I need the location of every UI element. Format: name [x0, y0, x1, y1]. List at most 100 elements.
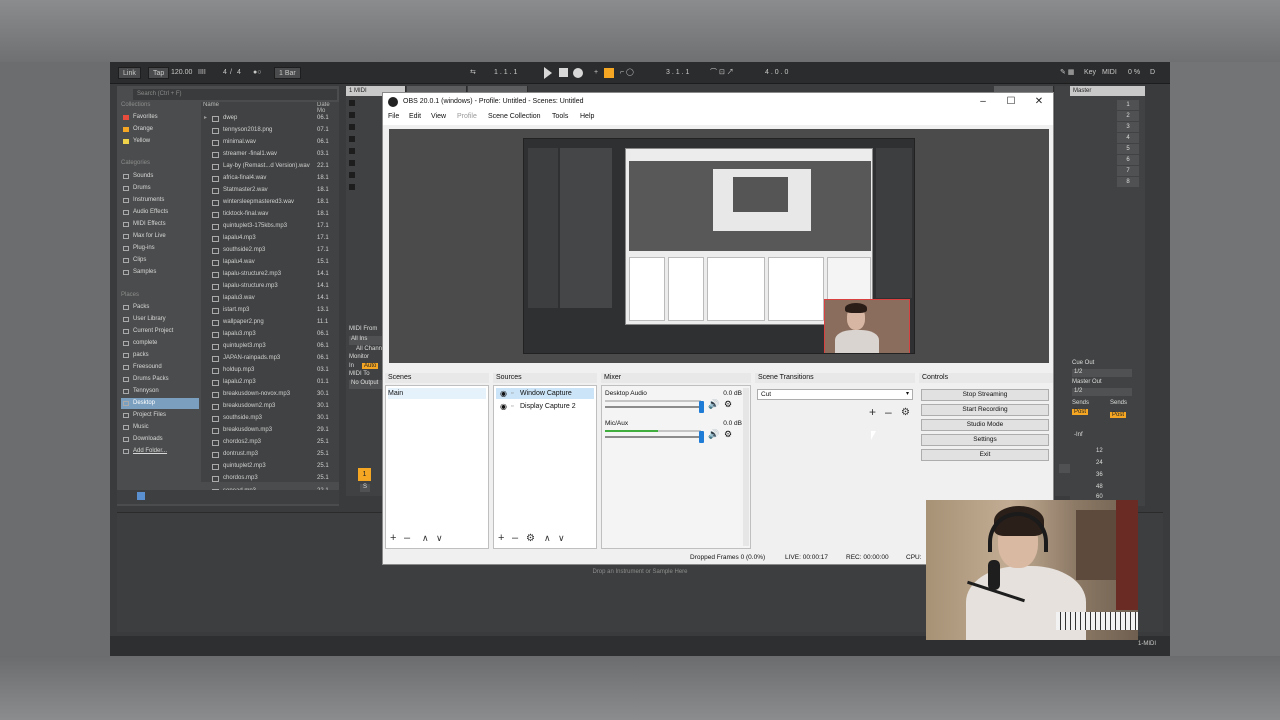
menu-edit[interactable]: Edit [409, 113, 421, 120]
clip-slot[interactable] [349, 148, 355, 154]
sidebar-item-drums-packs[interactable]: Drums Packs [121, 374, 199, 385]
punch-icon[interactable]: ⌐ ◯ [620, 67, 634, 79]
sidebar-item-audio-effects[interactable]: Audio Effects [121, 207, 199, 218]
menu-profile[interactable]: Profile [457, 113, 477, 120]
file-row[interactable]: ▸ dwep 06.1 [201, 113, 339, 124]
file-row[interactable]: wintersleepmastered3.wav 18.1 [201, 197, 339, 208]
sidebar-item-samples[interactable]: Samples [121, 267, 199, 278]
sidebar-item-desktop[interactable]: Desktop [121, 398, 199, 409]
clip-slot[interactable] [349, 100, 355, 106]
transition-properties-icon[interactable]: ⚙ [901, 407, 910, 418]
file-row[interactable]: istart.mp3 13.1 [201, 305, 339, 316]
file-row[interactable]: breakusdown-novox.mp3 30.1 [201, 389, 339, 400]
overdub-icon[interactable]: + [594, 67, 598, 79]
sidebar-item-drums[interactable]: Drums [121, 183, 199, 194]
file-row[interactable]: chordos.mp3 25.1 [201, 473, 339, 482]
sidebar-item-user-library[interactable]: User Library [121, 314, 199, 325]
move-up-icon[interactable]: ∧ [544, 533, 551, 544]
scene-launch-5[interactable]: 5 [1117, 144, 1139, 154]
loop-start[interactable]: 3 . 1 . 1 [666, 67, 689, 79]
file-row[interactable]: holdup.mp3 03.1 [201, 365, 339, 376]
sidebar-item-project-files[interactable]: Project Files [121, 410, 199, 421]
move-down-icon[interactable]: ∨ [558, 533, 565, 544]
sidebar-item-current-project[interactable]: Current Project [121, 326, 199, 337]
file-row[interactable]: lapalu4.mp3 17.1 [201, 233, 339, 244]
file-row[interactable]: southside.mp3 30.1 [201, 413, 339, 424]
expand-icon[interactable]: ▸ [204, 113, 207, 124]
file-row[interactable]: Lay-by (Remast...d Version).wav 22.1 [201, 161, 339, 172]
file-row[interactable]: quintuplet3-175kbs.mp3 17.1 [201, 221, 339, 232]
monitor-auto-button[interactable]: Auto [362, 363, 379, 369]
add-transition-icon[interactable]: + [869, 405, 876, 419]
file-row[interactable]: lapalu3.wav 14.1 [201, 293, 339, 304]
settings-button[interactable]: Settings [921, 434, 1049, 446]
automation-arm-icon[interactable] [604, 68, 614, 78]
mic-aux-speaker-icon[interactable]: 🔊 [708, 429, 719, 440]
menu-view[interactable]: View [431, 113, 446, 120]
midi-map-button[interactable]: MIDI [1102, 67, 1117, 79]
link-button[interactable]: Link [118, 67, 141, 79]
monitor-in-button[interactable]: In [349, 363, 354, 369]
desktop-audio-speaker-icon[interactable]: 🔊 [708, 399, 719, 410]
sidebar-item-midi-effects[interactable]: MIDI Effects [121, 219, 199, 230]
clip-slot[interactable] [349, 124, 355, 130]
sidebar-item-tennyson[interactable]: Tennyson [121, 386, 199, 397]
source-item-window-capture[interactable]: ◉ ▫ Window Capture [496, 388, 594, 399]
post-button[interactable]: Post [1110, 412, 1127, 418]
obs-preview[interactable] [389, 129, 1049, 363]
transition-select[interactable]: Cut ▾ [757, 389, 913, 400]
eye-icon[interactable]: ◉ [500, 401, 507, 412]
file-row[interactable]: dontrust.mp3 25.1 [201, 449, 339, 460]
tap-button[interactable]: Tap [148, 67, 170, 79]
file-row[interactable]: africa-final4.wav 18.1 [201, 173, 339, 184]
time-sig-numerator[interactable]: 4 [223, 67, 227, 79]
sidebar-item-complete[interactable]: complete [121, 338, 199, 349]
play-icon[interactable] [544, 67, 552, 79]
sidebar-item-favorites[interactable]: Favorites [121, 112, 199, 123]
add-scene-icon[interactable]: + [390, 532, 396, 544]
move-up-icon[interactable]: ∧ [422, 533, 429, 544]
master-out-select[interactable]: 1/2 [1072, 388, 1132, 396]
sidebar-item-packs-folder[interactable]: packs [121, 350, 199, 361]
key-map-button[interactable]: Key [1084, 67, 1096, 79]
file-row[interactable]: southside2.mp3 17.1 [201, 245, 339, 256]
add-source-icon[interactable]: + [498, 532, 504, 544]
loop-icons[interactable]: ⌒ ⊡ ↗ [710, 67, 734, 79]
menu-help[interactable]: Help [580, 113, 594, 120]
clip-slot[interactable] [349, 136, 355, 142]
remove-source-icon[interactable]: – [512, 532, 518, 544]
midi-to-select[interactable]: No Output [349, 380, 385, 389]
quantization-select[interactable]: 1 Bar [274, 67, 301, 79]
sidebar-item-music[interactable]: Music [121, 422, 199, 433]
master-title[interactable]: Master [1070, 86, 1145, 96]
follow-icon[interactable]: ⇆ [470, 67, 476, 79]
desktop-audio-volume-slider[interactable] [605, 406, 701, 408]
mixer-scrollbar[interactable] [743, 388, 749, 546]
sidebar-item-clips[interactable]: Clips [121, 255, 199, 266]
exit-button[interactable]: Exit [921, 449, 1049, 461]
file-row[interactable]: lapalu-structure.mp3 14.1 [201, 281, 339, 292]
file-row[interactable]: chordos2.mp3 25.1 [201, 437, 339, 448]
file-row[interactable]: quintuplet2.mp3 25.1 [201, 461, 339, 472]
desktop-audio-settings-icon[interactable]: ⚙ [724, 399, 732, 410]
clip-slot[interactable] [349, 184, 355, 190]
lock-icon[interactable]: ▫ [511, 388, 513, 399]
sidebar-item-plug-ins[interactable]: Plug-ins [121, 243, 199, 254]
sidebar-item-sounds[interactable]: Sounds [121, 171, 199, 182]
desktop-audio-volume-knob[interactable] [699, 401, 704, 413]
post-button[interactable]: Post [1072, 409, 1089, 415]
maximize-icon[interactable]: ☐ [997, 93, 1025, 111]
scene-item-main[interactable]: Main [388, 388, 486, 399]
start-recording-button[interactable]: Start Recording [921, 404, 1049, 416]
metronome-icon[interactable]: IIII [198, 67, 206, 79]
scene-launch-2[interactable]: 2 [1117, 111, 1139, 121]
sidebar-item-orange[interactable]: Orange [121, 124, 199, 135]
clip-slot[interactable] [349, 112, 355, 118]
eye-icon[interactable]: ◉ [500, 388, 507, 399]
file-row[interactable]: lapalu4.wav 15.1 [201, 257, 339, 268]
file-row[interactable]: streamer -final1.wav 03.1 [201, 149, 339, 160]
clip-slot[interactable] [349, 172, 355, 178]
mic-aux-volume-slider[interactable] [605, 436, 701, 438]
mic-aux-volume-knob[interactable] [699, 431, 704, 443]
scene-launch-4[interactable]: 4 [1117, 133, 1139, 143]
